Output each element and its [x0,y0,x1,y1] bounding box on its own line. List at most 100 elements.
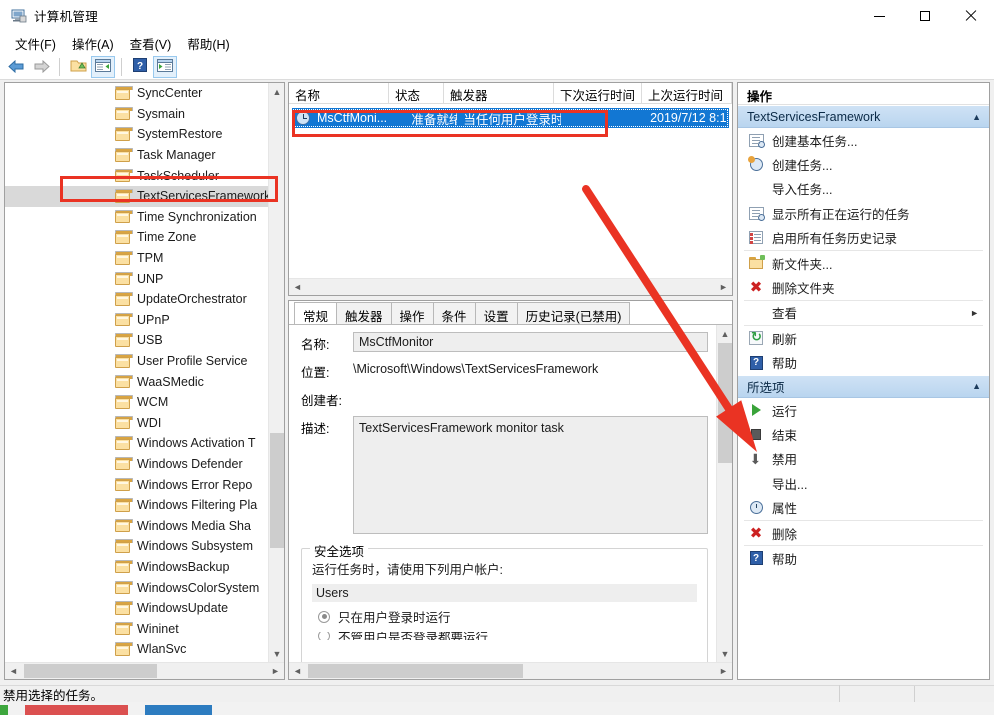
detail-scroll-left-icon[interactable]: ◄ [289,663,306,679]
tree-item[interactable]: Windows Activation T [5,433,269,454]
tree-item[interactable]: TextServicesFramework [5,185,269,207]
task-list-column-header[interactable]: 上次运行时间 [642,83,732,103]
tree-item[interactable]: SystemRestore [5,124,269,145]
detail-scroll-up-icon[interactable]: ▲ [717,325,732,342]
tree-item[interactable]: SyncCenter [5,83,269,104]
action-item[interactable]: 结束 [738,422,989,446]
action-item[interactable]: 导出... [738,471,989,495]
action-item[interactable]: 新文件夹... [738,251,989,275]
menu-help[interactable]: 帮助(H) [179,32,237,55]
taskbar-chip[interactable] [0,705,8,715]
detail-tab[interactable]: 设置 [474,302,518,324]
tree-item[interactable]: UPnP [5,310,269,331]
action-item[interactable]: ? 帮助 [738,546,989,570]
detail-tab[interactable]: 条件 [432,302,476,324]
tree-item[interactable]: WindowsUpdate [5,598,269,619]
tasklist-scroll-left-icon[interactable]: ◄ [289,279,306,295]
detail-scroll-right-icon[interactable]: ► [715,663,732,679]
tree-item[interactable]: Task Manager [5,145,269,166]
tree-item[interactable]: WindowsBackup [5,557,269,578]
chevron-up-icon[interactable]: ▲ [972,112,981,122]
task-list-column-header[interactable]: 名称 [289,83,389,103]
tree-item[interactable]: WindowsColorSystem [5,577,269,598]
task-list-column-header[interactable]: 下次运行时间 [554,83,642,103]
task-list-horizontal-scrollbar[interactable]: ◄ ► [289,278,732,295]
forward-button[interactable] [29,56,53,78]
action-item[interactable]: ✖ 删除 [738,521,989,545]
action-item[interactable]: 创建基本任务... [738,128,989,152]
tree-scroll-down-icon[interactable]: ▼ [269,645,284,662]
tree-item[interactable]: WCM [5,392,269,413]
tree-item[interactable]: WDI [5,413,269,434]
minimize-button[interactable] [856,0,902,32]
task-list-row[interactable]: MsCtfMoni... 准备就绪 当任何用户登录时 2019/7/12 8:1 [292,108,729,128]
show-hide-tree-button[interactable] [91,55,115,78]
console-tree[interactable]: SyncCenter Sysmain SystemRestore Task Manag… [5,83,269,663]
tree-item[interactable]: Windows Subsystem [5,536,269,557]
maximize-button[interactable] [902,0,948,32]
actions-section-header[interactable]: TextServicesFramework ▲ [738,105,989,128]
action-item[interactable]: 查看 ► [738,301,989,325]
tree-item[interactable]: Windows Media Sha [5,515,269,536]
menu-view[interactable]: 查看(V) [122,32,180,55]
detail-scroll-down-icon[interactable]: ▼ [717,645,732,662]
tree-item[interactable]: TPM [5,248,269,269]
tree-vertical-scrollbar[interactable]: ▲ ▼ [268,83,284,662]
task-list-column-header[interactable]: 触发器 [444,83,554,103]
tree-horizontal-scrollbar[interactable]: ◄ ► [5,662,284,679]
task-list-rows[interactable]: MsCtfMoni... 准备就绪 当任何用户登录时 2019/7/12 8:1 [289,108,732,128]
action-item[interactable]: 刷新 [738,326,989,350]
taskbar-chip[interactable] [145,705,212,715]
tree-item[interactable]: Windows Defender [5,454,269,475]
tree-item[interactable]: Time Synchronization [5,207,269,228]
action-item[interactable]: ? 帮助 [738,351,989,375]
tree-item[interactable]: WaaSMedic [5,371,269,392]
menu-action[interactable]: 操作(A) [64,32,122,55]
action-item[interactable]: 显示所有正在运行的任务 [738,201,989,225]
action-item[interactable]: 运行 [738,398,989,422]
tree-item[interactable]: UNP [5,268,269,289]
show-action-pane-button[interactable] [153,55,177,78]
radio-run-only-logged-on[interactable]: 只在用户登录时运行 [318,607,697,626]
tree-item[interactable]: Wininet [5,618,269,639]
tree-scroll-up-icon[interactable]: ▲ [269,83,284,100]
detail-horizontal-scrollbar[interactable]: ◄ ► [289,662,732,679]
taskbar-chip[interactable] [25,705,128,715]
detail-vscroll-thumb[interactable] [718,343,732,463]
close-button[interactable] [948,0,994,32]
tree-scroll-right-icon[interactable]: ► [267,663,284,679]
actions-list[interactable]: TextServicesFramework ▲ 创建基本任务... 创建任务... 导入… [738,105,989,571]
task-list-column-header[interactable]: 状态 [389,83,444,103]
detail-tab[interactable]: 操作 [390,302,434,324]
radio-run-whether-logged-on[interactable]: 不管用户是否登录都要运行 [318,632,697,640]
action-item[interactable]: ⬇ 禁用 [738,447,989,471]
tree-item[interactable]: TaskScheduler [5,165,269,186]
menu-file[interactable]: 文件(F) [7,32,64,55]
tasklist-scroll-right-icon[interactable]: ► [715,279,732,295]
tree-vscroll-thumb[interactable] [270,433,284,548]
up-one-level-button[interactable] [66,56,90,78]
tree-hscroll-thumb[interactable] [24,664,157,678]
tree-item[interactable]: UpdateOrchestrator [5,289,269,310]
detail-tab[interactable]: 常规 [294,302,338,324]
tree-item[interactable]: WlanSvc [5,639,269,660]
tree-item[interactable]: User Profile Service [5,351,269,372]
detail-tabs[interactable]: 常规 触发器 操作 条件 设置 历史记录(已禁用) [289,301,732,325]
action-item[interactable]: 启用所有任务历史记录 [738,226,989,250]
help-button[interactable]: ? [128,56,152,78]
tree-item[interactable]: Time Zone [5,227,269,248]
actions-section-header[interactable]: 所选项 ▲ [738,374,989,398]
action-item[interactable]: 导入任务... [738,177,989,201]
action-item[interactable]: ✖ 删除文件夹 [738,275,989,299]
detail-tab[interactable]: 历史记录(已禁用) [516,302,631,324]
detail-vertical-scrollbar[interactable]: ▲ ▼ [716,325,732,662]
tree-item[interactable]: USB [5,330,269,351]
detail-hscroll-thumb[interactable] [308,664,523,678]
tree-item[interactable]: Sysmain [5,104,269,125]
detail-tab[interactable]: 触发器 [336,302,392,324]
tree-item[interactable]: Windows Error Repo [5,474,269,495]
action-item[interactable]: 创建任务... [738,152,989,176]
tree-scroll-left-icon[interactable]: ◄ [5,663,22,679]
tree-item[interactable]: Windows Filtering Pla [5,495,269,516]
action-item[interactable]: 属性 [738,495,989,519]
